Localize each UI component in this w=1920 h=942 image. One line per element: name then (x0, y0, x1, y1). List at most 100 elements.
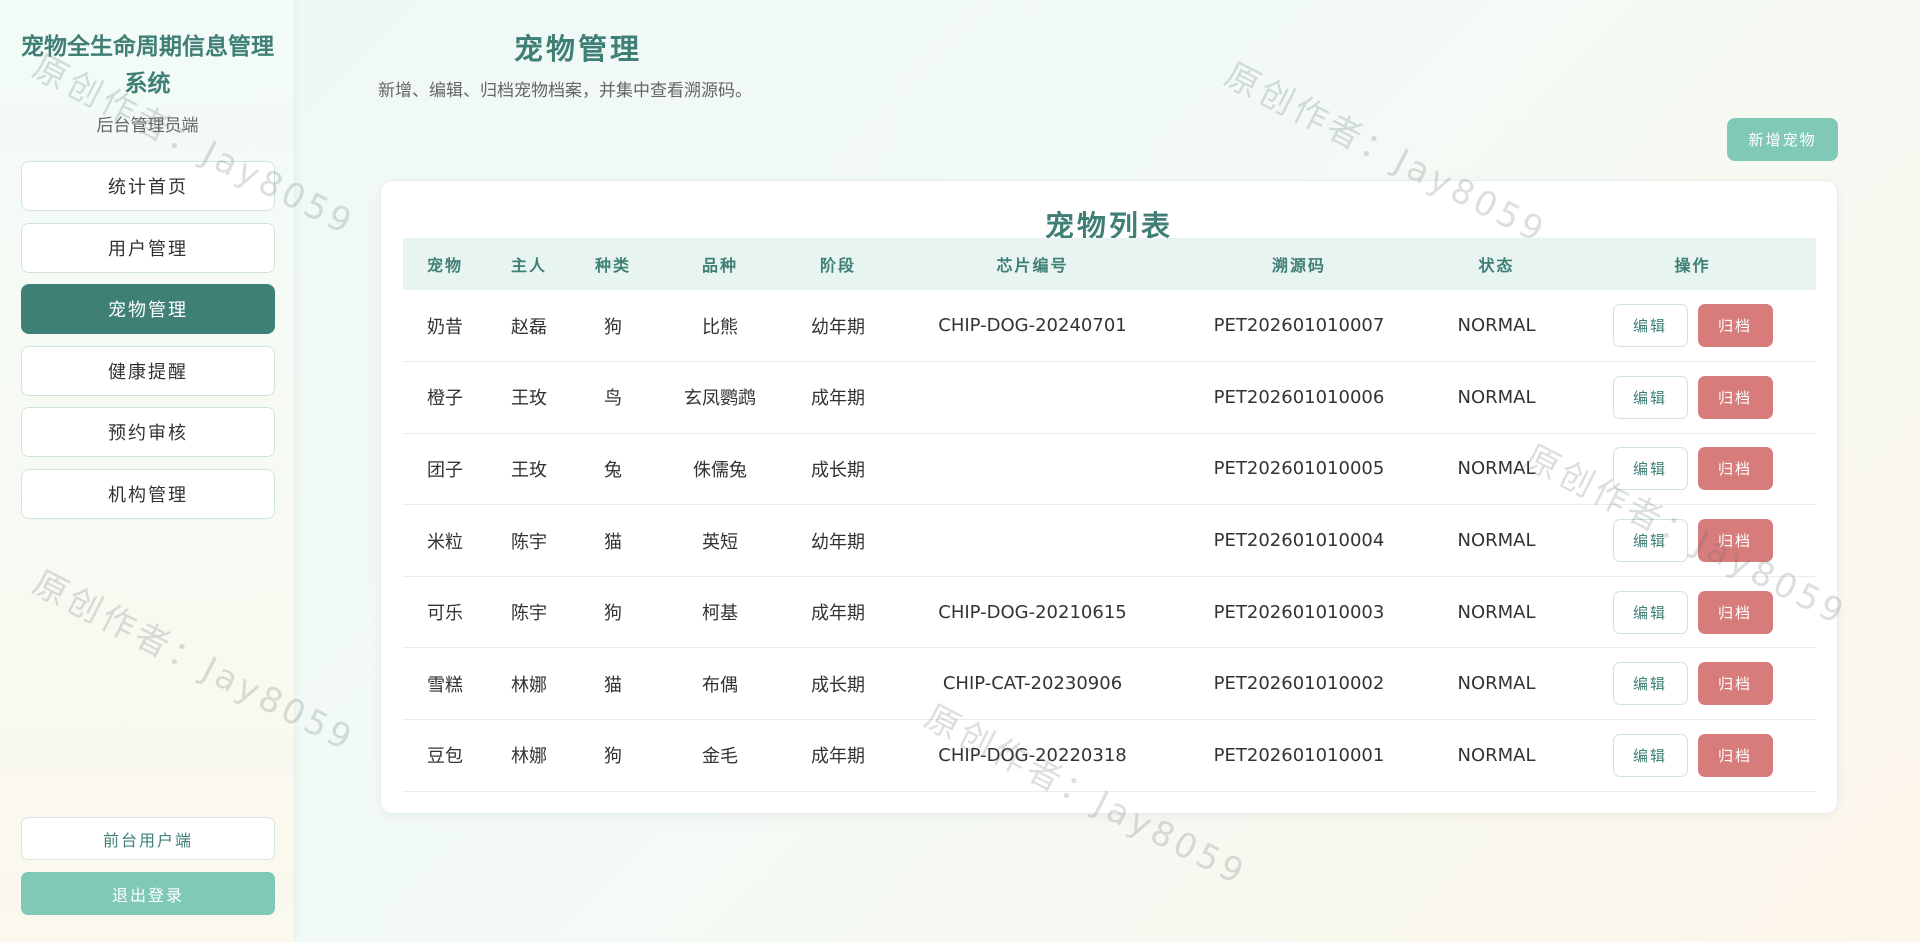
cell-actions: 编辑 归档 (1569, 433, 1816, 505)
cell-pet: 橙子 (427, 388, 463, 410)
cell-actions: 编辑 归档 (1569, 290, 1816, 362)
cell-chip (891, 505, 1174, 577)
cell-chip: CHIP-DOG-20220318 (938, 744, 1127, 766)
table-row: 豆包 林娜 狗 金毛 成年期 CHIP-DOG-20220318 PET2026010100… (403, 720, 1816, 792)
table-header-row: 宠物 主人 种类 品种 阶段 芯片编号 溯源码 状态 操作 (403, 238, 1816, 290)
archive-button[interactable]: 归档 (1697, 304, 1773, 348)
app-title: 宠物全生命周期信息管理系统 (21, 33, 274, 97)
cell-trace-code: PET202601010007 (1213, 315, 1385, 337)
column-header-actions: 操作 (1674, 256, 1711, 275)
row-actions: 编辑 归档 (1569, 375, 1816, 419)
cell-owner: 赵磊 (511, 316, 547, 338)
sidebar-item-users[interactable]: 用户管理 (21, 222, 275, 273)
cell-pet: 雪糕 (427, 674, 463, 696)
cell-actions: 编辑 归档 (1569, 576, 1816, 648)
edit-button[interactable]: 编辑 (1612, 304, 1688, 348)
cell-chip: CHIP-DOG-20210615 (938, 601, 1127, 623)
column-header-breed: 品种 (701, 256, 738, 275)
cell-breed: 金毛 (702, 746, 738, 768)
add-pet-button[interactable]: 新增宠物 (1727, 118, 1838, 161)
role-label: 后台管理员端 (96, 116, 199, 136)
cell-pet: 米粒 (427, 531, 463, 553)
archive-button[interactable]: 归档 (1697, 375, 1773, 419)
cell-stage: 成年期 (811, 388, 865, 410)
cell-chip: CHIP-DOG-20240701 (938, 315, 1127, 337)
archive-button[interactable]: 归档 (1697, 662, 1773, 706)
column-header-pet: 宠物 (426, 256, 463, 275)
pet-table-body: 奶昔 赵磊狗比熊 幼年期 CHIP-DOG-20240701 PET2026010100… (403, 290, 1816, 792)
row-actions: 编辑 归档 (1569, 733, 1816, 777)
page-subtitle: 新增、编辑、归档宠物档案，并集中查看溯源码。 (378, 81, 752, 101)
column-header-species: 种类 (594, 256, 631, 275)
cell-actions: 编辑 归档 (1569, 720, 1816, 792)
cell-status: NORMAL (1457, 744, 1536, 766)
cell-trace-code: PET202601010004 (1213, 530, 1385, 552)
cell-stage: 成长期 (811, 459, 865, 481)
cell-breed: 玄凤鹦鹉 (684, 388, 756, 410)
sidebar-item-pets[interactable]: 宠物管理 (21, 284, 275, 334)
cell-status: NORMAL (1457, 386, 1536, 408)
edit-button[interactable]: 编辑 (1612, 733, 1688, 777)
row-actions: 编辑 归档 (1569, 304, 1816, 348)
cell-species: 猫 (604, 674, 622, 696)
cell-breed: 布偶 (702, 674, 738, 696)
cell-owner: 王玫 (511, 459, 547, 481)
pet-list-card: 宠物列表 宠物 主人 种类 品种 阶段 芯片编号 溯源码 状态 操作 奶昔 赵磊狗… (380, 180, 1838, 814)
cell-breed: 英短 (702, 531, 738, 553)
table-row: 可乐 陈宇 狗 柯基 成年期 CHIP-DOG-20210615 PET2026010100… (403, 576, 1816, 648)
cell-breed: 侏儒兔 (693, 459, 747, 481)
cell-pet: 豆包 (427, 746, 463, 768)
sidebar: 宠物全生命周期信息管理系统 后台管理员端 统计首页 用户管理 宠物管理 健康提醒… (0, 0, 295, 942)
archive-button[interactable]: 归档 (1697, 519, 1773, 563)
edit-button[interactable]: 编辑 (1612, 375, 1688, 419)
cell-breed: 比熊 (702, 316, 738, 338)
edit-button[interactable]: 编辑 (1612, 447, 1688, 491)
cell-actions: 编辑 归档 (1569, 505, 1816, 577)
edit-button[interactable]: 编辑 (1612, 519, 1688, 563)
front-user-button[interactable]: 前台用户端 (21, 817, 275, 860)
cell-trace-code: PET202601010005 (1213, 458, 1385, 480)
table-row: 团子 王玫 兔 侏儒兔 成长期 PET202601010005 NORMAL 编辑 归档 (403, 433, 1816, 505)
cell-status: NORMAL (1457, 458, 1536, 480)
column-header-status: 状态 (1478, 256, 1515, 275)
page-title: 宠物管理 (513, 32, 642, 66)
cell-chip (891, 362, 1174, 434)
pet-table: 宠物 主人 种类 品种 阶段 芯片编号 溯源码 状态 操作 奶昔 赵磊狗比熊 幼年期… (403, 238, 1816, 792)
cell-owner: 林娜 (511, 674, 547, 696)
sidebar-item-health-reminders[interactable]: 健康提醒 (21, 345, 275, 396)
cell-species: 猫 (604, 531, 622, 553)
sidebar-item-institutions[interactable]: 机构管理 (21, 468, 275, 519)
table-row: 橙子 王玫 鸟 玄凤鹦鹉 成年期 PET202601010006 NORMAL 编辑 归档 (403, 362, 1816, 434)
cell-owner: 陈宇 (511, 603, 547, 625)
cell-pet: 可乐 (427, 603, 463, 625)
logout-button[interactable]: 退出登录 (21, 872, 275, 915)
edit-button[interactable]: 编辑 (1612, 662, 1688, 706)
cell-breed: 柯基 (702, 603, 738, 625)
sidebar-footer: 前台用户端 退出登录 (21, 817, 275, 915)
archive-button[interactable]: 归档 (1697, 733, 1773, 777)
cell-owner: 王玫 (511, 388, 547, 410)
cell-stage: 成长期 (811, 674, 865, 696)
cell-owner: 林娜 (511, 746, 547, 768)
table-row: 奶昔 赵磊 狗 比熊 幼年期 CHIP-DOG-20240701 PET2026010100… (403, 290, 1816, 362)
cell-trace-code: PET202601010003 (1213, 601, 1385, 623)
cell-stage: 幼年期 (811, 316, 865, 338)
cell-pet: 团子 (427, 459, 463, 481)
archive-button[interactable]: 归档 (1697, 447, 1773, 491)
cell-actions: 编辑 归档 (1569, 648, 1816, 720)
cell-species: 兔 (604, 459, 622, 481)
sidebar-nav: 统计首页 用户管理 宠物管理 健康提醒 预约审核 机构管理 (21, 161, 275, 530)
edit-button[interactable]: 编辑 (1612, 590, 1688, 634)
column-header-stage: 阶段 (819, 256, 856, 275)
cell-owner: 陈宇 (511, 531, 547, 553)
cell-species: 狗 (604, 316, 622, 338)
cell-species: 狗 (604, 746, 622, 768)
cell-stage: 成年期 (811, 746, 865, 768)
sidebar-item-stats[interactable]: 统计首页 (21, 161, 275, 211)
cell-stage: 幼年期 (811, 531, 865, 553)
sidebar-item-appointment-review[interactable]: 预约审核 (21, 407, 275, 457)
archive-button[interactable]: 归档 (1697, 590, 1773, 634)
table-row: 米粒 陈宇 猫 英短 幼年期 PET202601010004 NORMAL 编辑 归档 (403, 505, 1816, 577)
cell-trace-code: PET202601010006 (1213, 386, 1385, 408)
cell-pet: 奶昔 (427, 316, 463, 338)
